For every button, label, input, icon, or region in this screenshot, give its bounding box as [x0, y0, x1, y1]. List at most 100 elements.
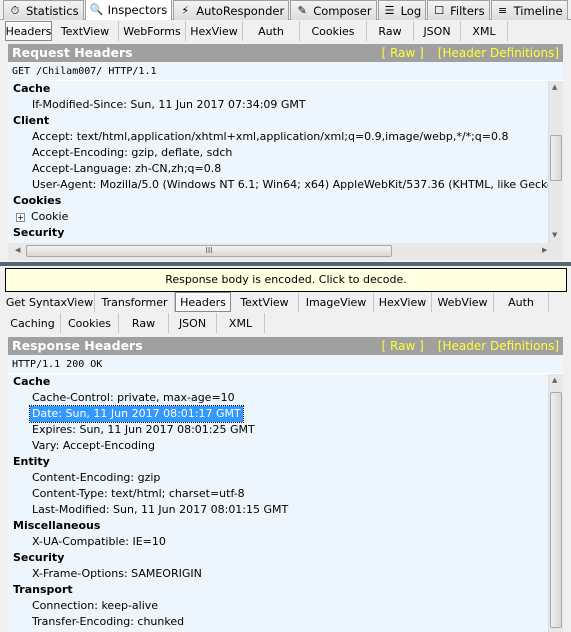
group-security[interactable]: Security	[8, 550, 548, 566]
header-text: Content-Encoding: gzip	[32, 471, 161, 484]
header-item[interactable]: Last-Modified: Sun, 11 Jun 2017 08:01:15…	[8, 502, 548, 518]
scroll-right-arrow-icon[interactable]: ▶	[542, 246, 547, 254]
request-headers-title: Request Headers [ Raw ] [Header Definition…	[8, 44, 563, 62]
header-text: Accept: text/html,application/xhtml+xml,…	[32, 130, 509, 143]
tab-filters[interactable]: ☐ Filters	[427, 0, 490, 20]
header-item[interactable]: Transfer-Encoding: chunked	[8, 614, 548, 630]
request-header-tree: Cache If-Modified-Since: Sun, 11 Jun 2017…	[8, 81, 548, 243]
tab-webview[interactable]: WebView	[432, 292, 494, 312]
tab-label: Timeline	[513, 3, 563, 18]
tab-cookies[interactable]: Cookies	[61, 313, 119, 333]
tab-log[interactable]: ☰ Log	[377, 0, 427, 20]
scroll-up-arrow-icon[interactable]: ▲	[552, 83, 557, 91]
tab-hexview[interactable]: HexView	[186, 21, 243, 41]
group-transport[interactable]: Transport	[8, 582, 548, 598]
header-text: Cookie	[31, 210, 69, 223]
raw-link[interactable]: [ Raw ]	[382, 46, 424, 60]
header-text: Transfer-Encoding: chunked	[32, 615, 185, 628]
tab-cookies[interactable]: Cookies	[300, 21, 367, 41]
header-item[interactable]: Connection: keep-alive	[8, 598, 548, 614]
tab-inspectors[interactable]: 🔍 Inspectors	[84, 0, 173, 20]
header-text: Connection: keep-alive	[32, 599, 159, 612]
scroll-down-arrow-icon[interactable]: ▼	[552, 231, 557, 239]
header-text: Vary: Accept-Encoding	[32, 439, 155, 452]
header-text: Cache-Control: private, max-age=10	[32, 391, 235, 404]
tab-xml[interactable]: XML	[217, 313, 265, 333]
tab-get-syntaxview[interactable]: Get SyntaxView	[5, 292, 95, 312]
title-text: Response Headers	[12, 338, 143, 353]
decode-notice-bar[interactable]: Response body is encoded. Click to decod…	[5, 268, 567, 292]
tab-xml[interactable]: XML	[461, 21, 508, 41]
group-entity[interactable]: Entity	[8, 454, 548, 470]
header-item[interactable]: X-UA-Compatible: IE=10	[8, 534, 548, 550]
header-item[interactable]: If-Modified-Since: Sun, 11 Jun 2017 07:3…	[8, 97, 548, 113]
checkbox-icon: ☐	[434, 3, 445, 17]
tab-statistics[interactable]: ⏱ Statistics	[3, 0, 84, 20]
header-item[interactable]: Accept-Language: zh-CN,zh;q=0.8	[8, 161, 548, 177]
tab-label: Inspectors	[107, 3, 168, 17]
group-miscellaneous[interactable]: Miscellaneous	[8, 518, 548, 534]
tab-auth[interactable]: Auth	[243, 21, 300, 41]
scroll-up-arrow-icon[interactable]: ▲	[552, 376, 557, 384]
header-item[interactable]: Content-Type: text/html; charset=utf-8	[8, 486, 548, 502]
tab-composer[interactable]: ✎ Composer	[290, 0, 377, 20]
tab-webforms[interactable]: WebForms	[119, 21, 186, 41]
group-client[interactable]: Client	[8, 113, 548, 129]
response-vertical-scrollbar[interactable]: ▲	[548, 374, 563, 632]
tab-headers[interactable]: Headers	[175, 292, 231, 312]
header-text: Accept-Encoding: gzip, deflate, sdch	[32, 146, 233, 159]
tab-label: Statistics	[26, 3, 79, 18]
header-item[interactable]: Vary: Accept-Encoding	[8, 438, 548, 454]
header-item[interactable]: Content-Encoding: gzip	[8, 470, 548, 486]
group-cookies[interactable]: Cookies	[8, 193, 548, 209]
header-item[interactable]: Cache-Control: private, max-age=10	[8, 390, 548, 406]
response-headers-title: Response Headers [ Raw ] [Header Definitio…	[8, 337, 563, 355]
tab-label: AutoResponder	[196, 3, 285, 18]
group-cache[interactable]: Cache	[8, 81, 548, 97]
header-definitions-link[interactable]: [Header Definitions]	[438, 339, 559, 353]
header-item[interactable]: Accept-Encoding: gzip, deflate, sdch	[8, 145, 548, 161]
scroll-thumb[interactable]	[550, 392, 562, 628]
header-item[interactable]: Date: Sun, 11 Jun 2017 08:01:17 GMT	[8, 405, 548, 423]
header-text: User-Agent: Mozilla/5.0 (Windows NT 6.1;…	[32, 178, 548, 191]
tab-textview[interactable]: TextView	[52, 21, 119, 41]
tab-autoresponder[interactable]: ⚡ AutoResponder	[173, 0, 290, 20]
response-tab-bar-row1: Get SyntaxView Transformer Headers TextView…	[5, 292, 565, 312]
header-text: Last-Modified: Sun, 11 Jun 2017 08:01:15…	[32, 503, 289, 516]
scroll-thumb[interactable]	[550, 135, 562, 181]
group-security[interactable]: Security	[8, 225, 548, 241]
tab-json[interactable]: JSON	[169, 313, 217, 333]
tab-headers[interactable]: Headers	[5, 21, 52, 41]
header-text: X-Frame-Options: SAMEORIGIN	[32, 567, 202, 580]
expand-icon[interactable]: +	[16, 212, 25, 222]
tab-hexview[interactable]: HexView	[374, 292, 432, 312]
tab-transformer[interactable]: Transformer	[95, 292, 175, 312]
header-item[interactable]: User-Agent: Mozilla/5.0 (Windows NT 6.1;…	[8, 177, 548, 193]
tab-raw[interactable]: Raw	[367, 21, 414, 41]
request-vertical-scrollbar[interactable]: ▼ ▲	[548, 81, 563, 243]
raw-link[interactable]: [ Raw ]	[382, 339, 424, 353]
timeline-icon: ≡	[498, 3, 508, 17]
magnifier-icon: 🔍	[89, 3, 104, 16]
tab-raw[interactable]: Raw	[119, 313, 169, 333]
header-text: Date: Sun, 11 Jun 2017 08:01:17 GMT	[29, 405, 244, 423]
header-item[interactable]: + Cookie	[8, 209, 548, 225]
header-item[interactable]: Accept: text/html,application/xhtml+xml,…	[8, 129, 548, 145]
scroll-left-arrow-icon[interactable]: ◀	[15, 246, 20, 254]
tab-timeline[interactable]: ≡ Timeline	[490, 0, 568, 20]
request-horizontal-scrollbar[interactable]: ◀ III ▶	[8, 243, 563, 260]
request-tab-bar: Headers TextView WebForms HexView Auth Cookie…	[5, 21, 565, 41]
splitter[interactable]	[0, 262, 571, 266]
tab-auth[interactable]: Auth	[494, 292, 549, 312]
title-text: Request Headers	[12, 45, 133, 60]
scroll-thumb[interactable]: III	[26, 245, 392, 257]
tab-caching[interactable]: Caching	[5, 313, 61, 333]
tab-imageview[interactable]: ImageView	[299, 292, 374, 312]
tab-textview[interactable]: TextView	[231, 292, 299, 312]
response-tab-bar-row2: Caching Cookies Raw JSON XML	[5, 313, 565, 333]
tab-json[interactable]: JSON	[414, 21, 461, 41]
header-definitions-link[interactable]: [Header Definitions]	[438, 46, 559, 60]
header-item[interactable]: X-Frame-Options: SAMEORIGIN	[8, 566, 548, 582]
group-cache[interactable]: Cache	[8, 374, 548, 390]
header-item[interactable]: Expires: Sun, 11 Jun 2017 08:01:25 GMT	[8, 422, 548, 438]
